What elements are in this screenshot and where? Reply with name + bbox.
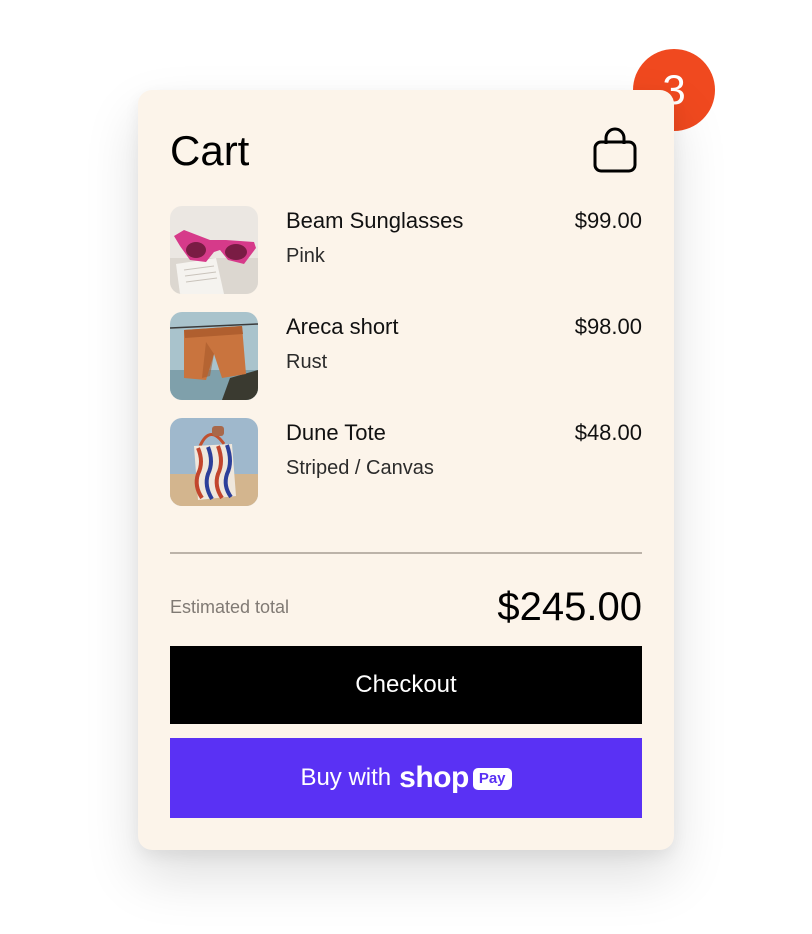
item-variant: Striped / Canvas xyxy=(286,457,434,479)
item-price: $99.00 xyxy=(574,208,642,233)
pay-pill: Pay xyxy=(472,768,512,790)
cart-item[interactable]: Beam Sunglasses Pink $99.00 xyxy=(170,206,642,294)
cart-item[interactable]: Areca short Rust $98.00 xyxy=(170,312,642,400)
checkout-button[interactable]: Checkout xyxy=(170,646,642,724)
item-variant: Rust xyxy=(286,351,328,373)
item-variant: Pink xyxy=(286,245,325,267)
estimated-total-value: $245.00 xyxy=(497,585,642,629)
product-image-shorts xyxy=(170,312,258,400)
cart-title: Cart xyxy=(170,127,250,174)
divider xyxy=(170,552,642,554)
cart-item[interactable]: Dune Tote Striped / Canvas $48.00 xyxy=(170,418,642,506)
estimated-total-label: Estimated total xyxy=(170,597,290,617)
item-price: $98.00 xyxy=(574,314,642,339)
cart-panel: Cart Beam Sunglasses Pink $99.00 Areca s… xyxy=(138,90,674,850)
shop-pay-prefix: Buy with xyxy=(300,764,392,791)
item-price: $48.00 xyxy=(574,420,642,445)
product-image-tote xyxy=(170,418,258,506)
shop-pay-button[interactable]: Buy with shop Pay xyxy=(170,738,642,818)
item-name: Dune Tote xyxy=(286,420,386,445)
item-name: Areca short xyxy=(286,314,399,339)
shopping-bag-icon[interactable] xyxy=(592,126,638,174)
shop-logo: shop xyxy=(399,761,469,794)
product-image-sunglasses xyxy=(170,206,258,294)
item-name: Beam Sunglasses xyxy=(286,208,464,233)
